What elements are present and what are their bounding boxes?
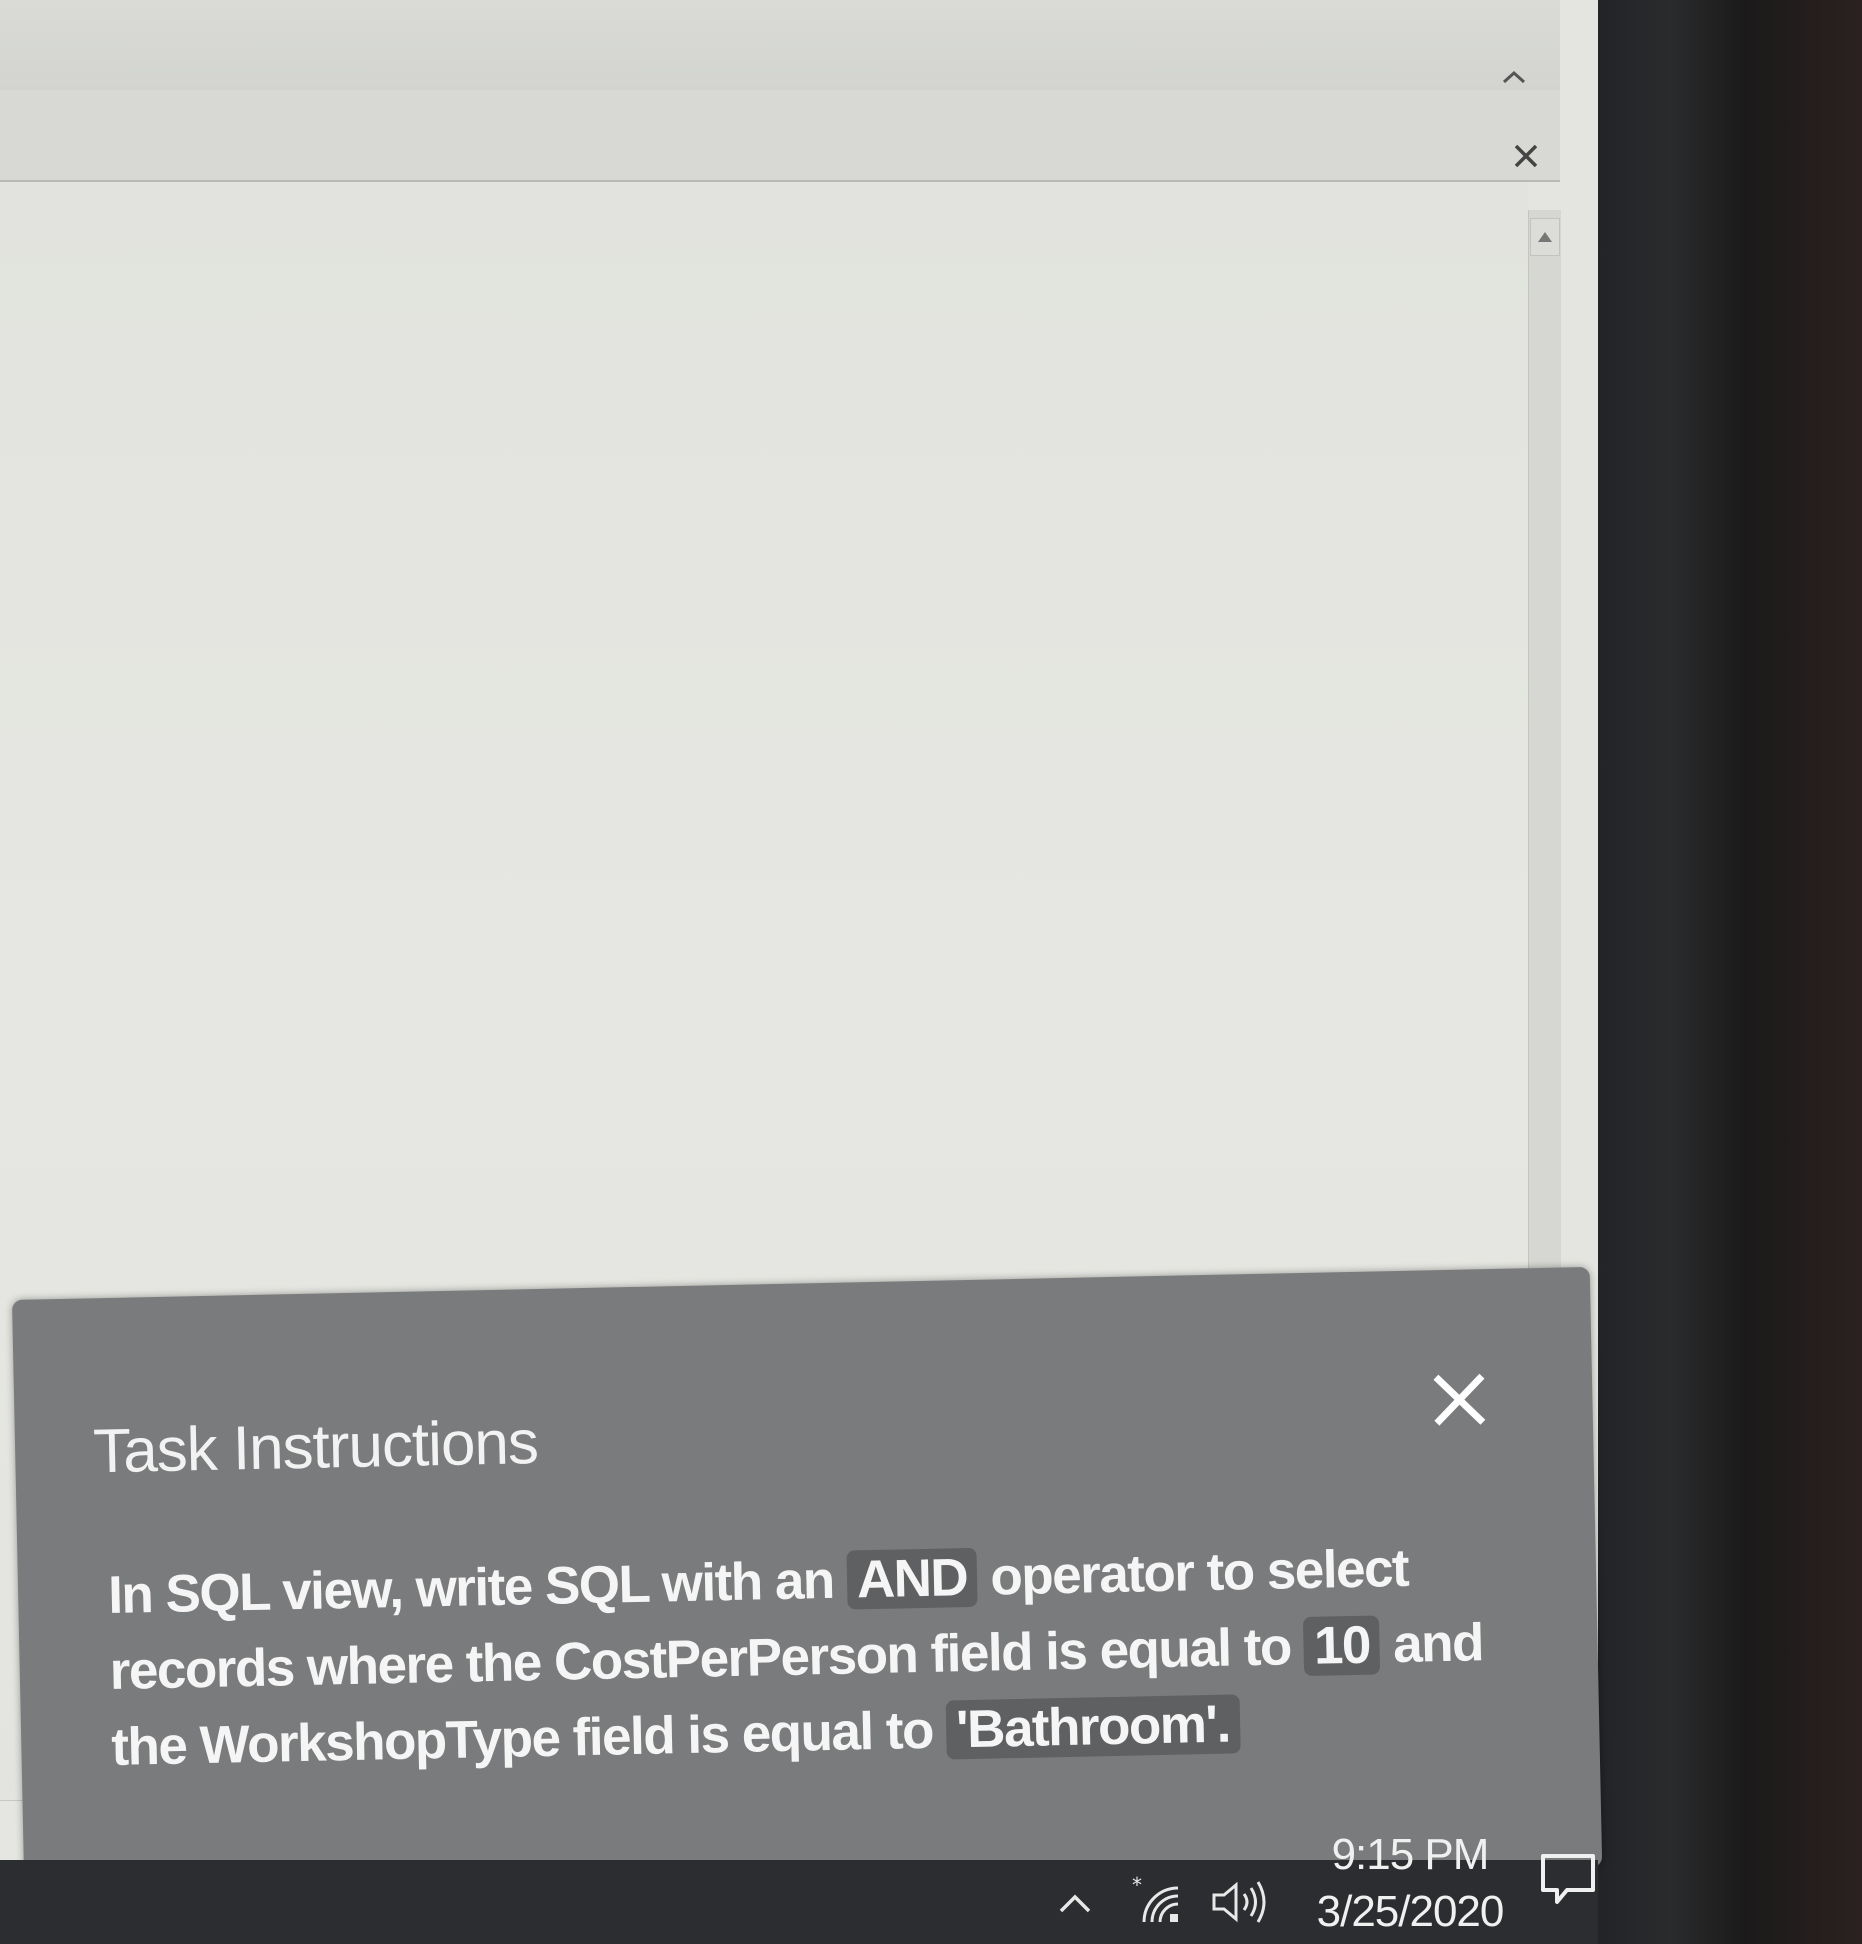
code-value-bathroom: 'Bathroom'. — [945, 1694, 1241, 1760]
volume-icon — [1212, 1881, 1266, 1923]
scroll-up-button[interactable] — [1530, 218, 1560, 256]
task-close-button[interactable] — [1419, 1359, 1501, 1441]
code-keyword-and: AND — [846, 1547, 978, 1610]
ribbon-area — [0, 0, 1560, 91]
chevron-up-icon — [1059, 1894, 1091, 1913]
clock-date: 3/25/2020 — [1316, 1887, 1505, 1936]
show-hidden-icons-button[interactable] — [1052, 1880, 1098, 1926]
message-bar — [0, 90, 1560, 182]
instruction-text-segment: In SQL view, write SQL with an — [107, 1550, 848, 1626]
network-button[interactable]: * — [1128, 1872, 1192, 1932]
code-value-10: 10 — [1303, 1615, 1381, 1677]
task-instruction-text: In SQL view, write SQL with an AND opera… — [107, 1528, 1551, 1786]
screen-photo: Task Instructions In SQL view, write SQL… — [0, 0, 1862, 1944]
chevron-up-icon — [1502, 70, 1526, 84]
taskbar-clock[interactable]: 9:15 PM 3/25/2020 — [1300, 1828, 1520, 1944]
task-instructions-title: Task Instructions — [92, 1408, 539, 1487]
monitor-bezel — [1570, 0, 1862, 1944]
close-icon — [1514, 144, 1538, 168]
clock-time: 9:15 PM — [1331, 1830, 1490, 1879]
volume-button[interactable] — [1204, 1872, 1276, 1932]
task-instructions-panel: Task Instructions In SQL view, write SQL… — [12, 1266, 1603, 1900]
close-message-bar-button[interactable] — [1503, 133, 1549, 179]
notification-icon — [1541, 1854, 1595, 1904]
triangle-up-icon — [1538, 232, 1552, 242]
action-center-button[interactable] — [1528, 1840, 1608, 1920]
collapse-ribbon-button[interactable] — [1494, 62, 1534, 92]
svg-text:*: * — [1132, 1874, 1142, 1897]
wifi-icon: * — [1132, 1874, 1179, 1923]
close-icon — [1433, 1373, 1486, 1426]
